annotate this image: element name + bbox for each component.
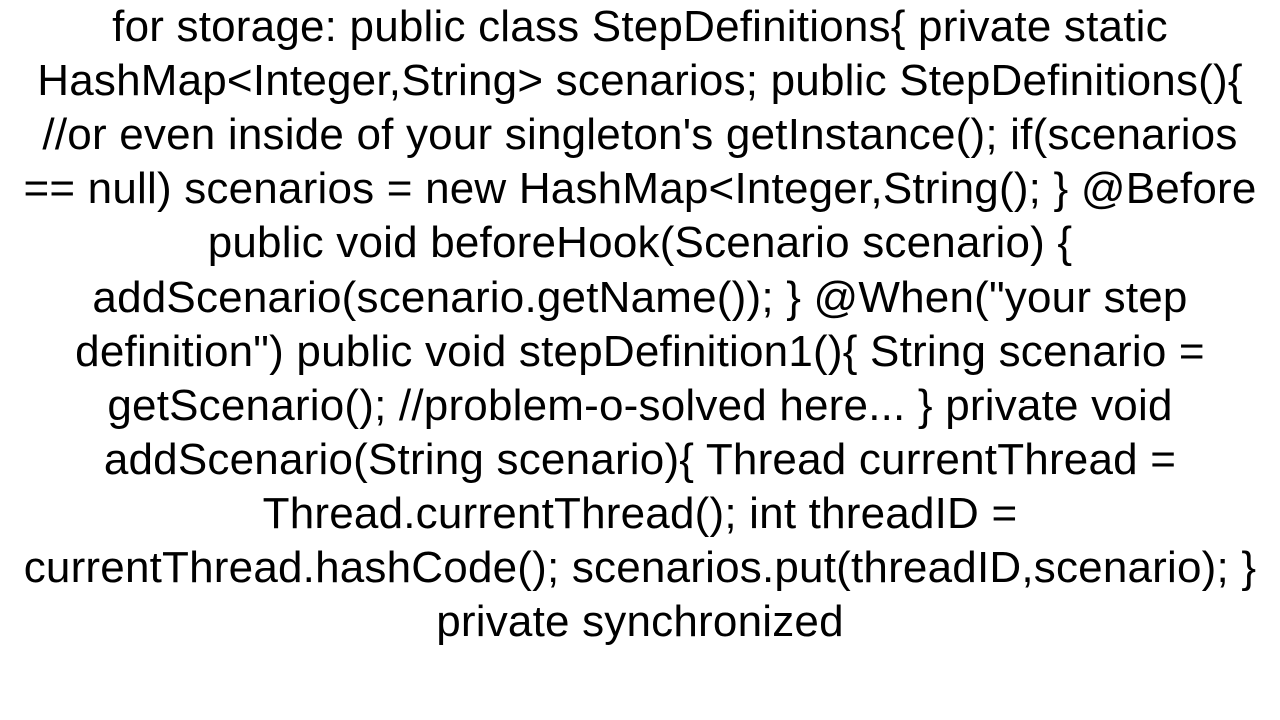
- code-text-block: for storage: public class StepDefinition…: [10, 0, 1270, 649]
